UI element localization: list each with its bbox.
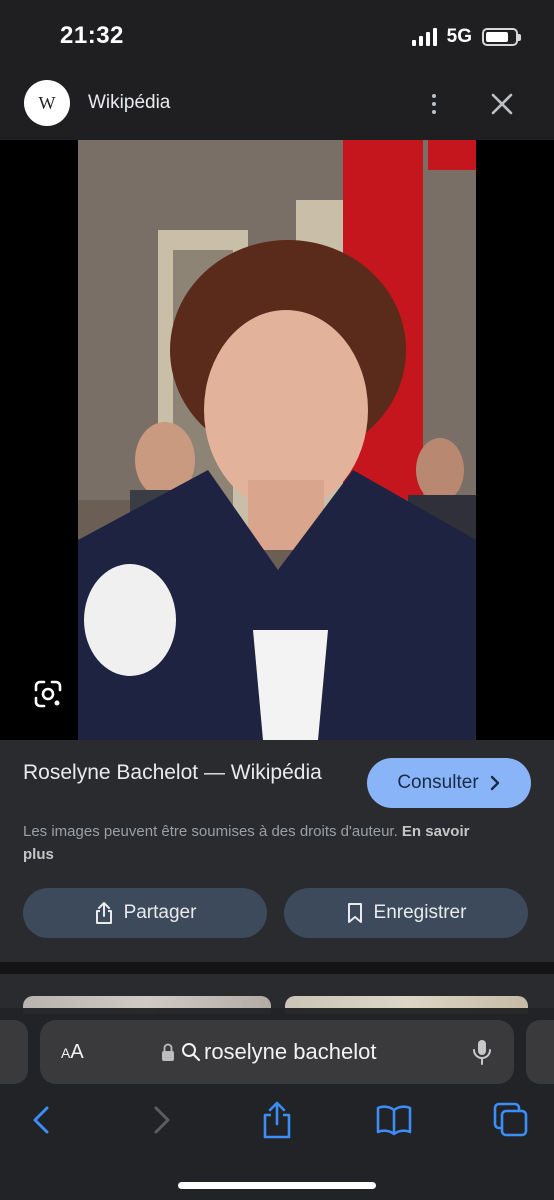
google-lens-icon[interactable]	[32, 678, 64, 710]
lock-icon	[162, 1043, 174, 1061]
next-tab-peek[interactable]	[526, 1020, 554, 1084]
status-bar: 21:32 5G	[0, 0, 554, 72]
consult-button[interactable]: Consulter	[367, 758, 531, 808]
browser-nav-row	[0, 1100, 554, 1140]
consult-label: Consulter	[397, 772, 479, 793]
tabs-icon[interactable]	[491, 1100, 531, 1140]
share-icon	[95, 902, 112, 924]
section-divider	[0, 962, 554, 974]
battery-icon	[482, 28, 521, 46]
more-vert-icon[interactable]	[424, 88, 444, 120]
signal-icon	[411, 28, 437, 46]
address-bar[interactable]: AA roselyne bachelot	[40, 1020, 514, 1084]
text-size-button[interactable]: AA	[61, 1041, 84, 1064]
wikipedia-logo: W	[24, 80, 70, 126]
share-button[interactable]: Partager	[23, 888, 267, 938]
save-label: Enregistrer	[373, 902, 467, 923]
network-type: 5G	[446, 26, 472, 47]
bookmark-icon	[347, 903, 362, 923]
search-icon	[182, 1043, 201, 1062]
site-name[interactable]: Wikipédia	[88, 92, 170, 114]
forward-icon[interactable]	[142, 1100, 182, 1140]
result-title[interactable]: Roselyne Bachelot — Wikipédia	[23, 758, 323, 787]
browser-toolbar: AA roselyne bachelot	[0, 1008, 554, 1200]
url-text[interactable]: roselyne bachelot	[204, 1039, 376, 1065]
result-info-panel: Roselyne Bachelot — Wikipédia Consulter …	[0, 740, 554, 962]
home-indicator	[178, 1182, 376, 1189]
copyright-notice: Les images peuvent être soumises à des d…	[23, 820, 493, 866]
image-viewer[interactable]	[0, 140, 554, 740]
microphone-icon[interactable]	[472, 1038, 492, 1066]
save-button[interactable]: Enregistrer	[284, 888, 528, 938]
result-photo	[78, 140, 476, 740]
share-label: Partager	[123, 902, 197, 923]
previous-tab-peek[interactable]	[0, 1020, 28, 1084]
share-icon[interactable]	[257, 1100, 297, 1140]
back-icon[interactable]	[24, 1100, 64, 1140]
viewer-header: W Wikipédia	[0, 72, 554, 140]
status-indicators: 5G	[411, 26, 521, 48]
close-icon[interactable]	[486, 88, 518, 120]
copyright-text: Les images peuvent être soumises à des d…	[23, 823, 398, 840]
status-time: 21:32	[60, 22, 124, 49]
chevron-right-icon	[490, 775, 499, 791]
bookmarks-icon[interactable]	[374, 1100, 414, 1140]
